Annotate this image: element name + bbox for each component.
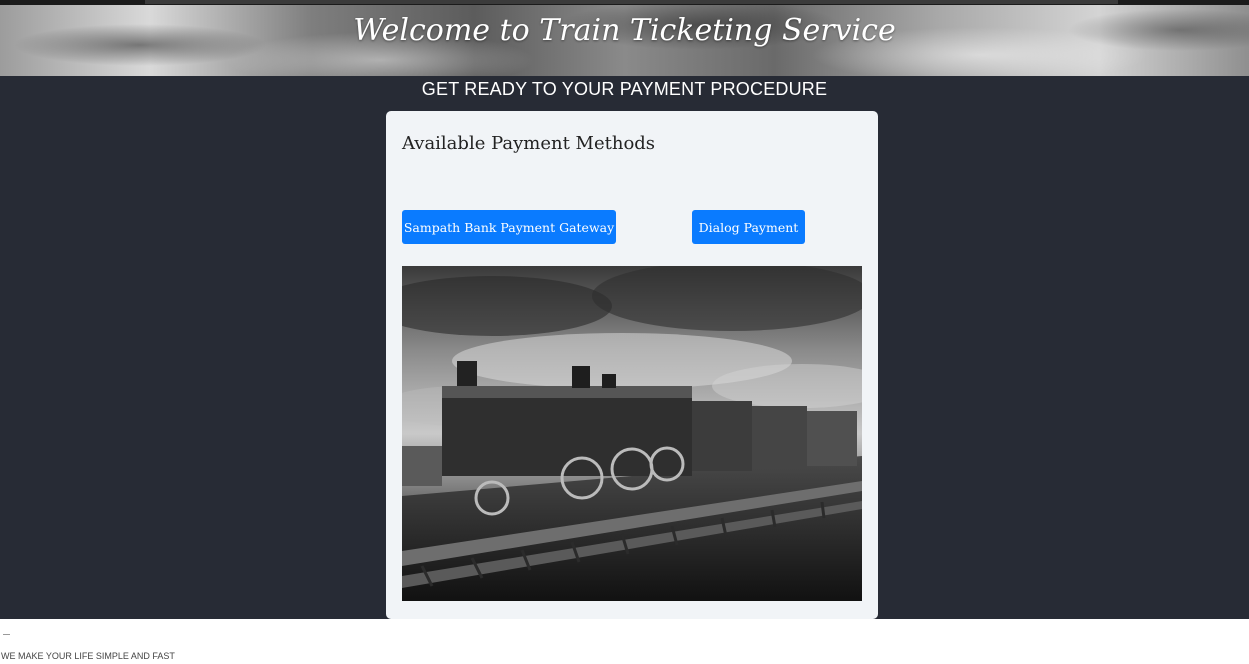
payment-subtitle: GET READY TO YOUR PAYMENT PROCEDURE xyxy=(421,79,828,99)
main-section: GET READY TO YOUR PAYMENT PROCEDURE Avai… xyxy=(0,76,1249,619)
train-image xyxy=(402,266,862,601)
card-title: Available Payment Methods xyxy=(402,133,656,154)
top-bar-strip xyxy=(145,0,1118,4)
footer-divider xyxy=(3,634,10,635)
payment-methods-card: Available Payment Methods Sampath Bank P… xyxy=(386,111,878,619)
header-banner: Welcome to Train Ticketing Service xyxy=(0,5,1249,76)
dialog-payment-button[interactable]: Dialog Payment xyxy=(692,210,805,244)
footer-tagline: WE MAKE YOUR LIFE SIMPLE AND FAST xyxy=(1,651,175,661)
page-title: Welcome to Train Ticketing Service xyxy=(353,13,896,48)
sampath-payment-button[interactable]: Sampath Bank Payment Gateway xyxy=(402,210,616,244)
